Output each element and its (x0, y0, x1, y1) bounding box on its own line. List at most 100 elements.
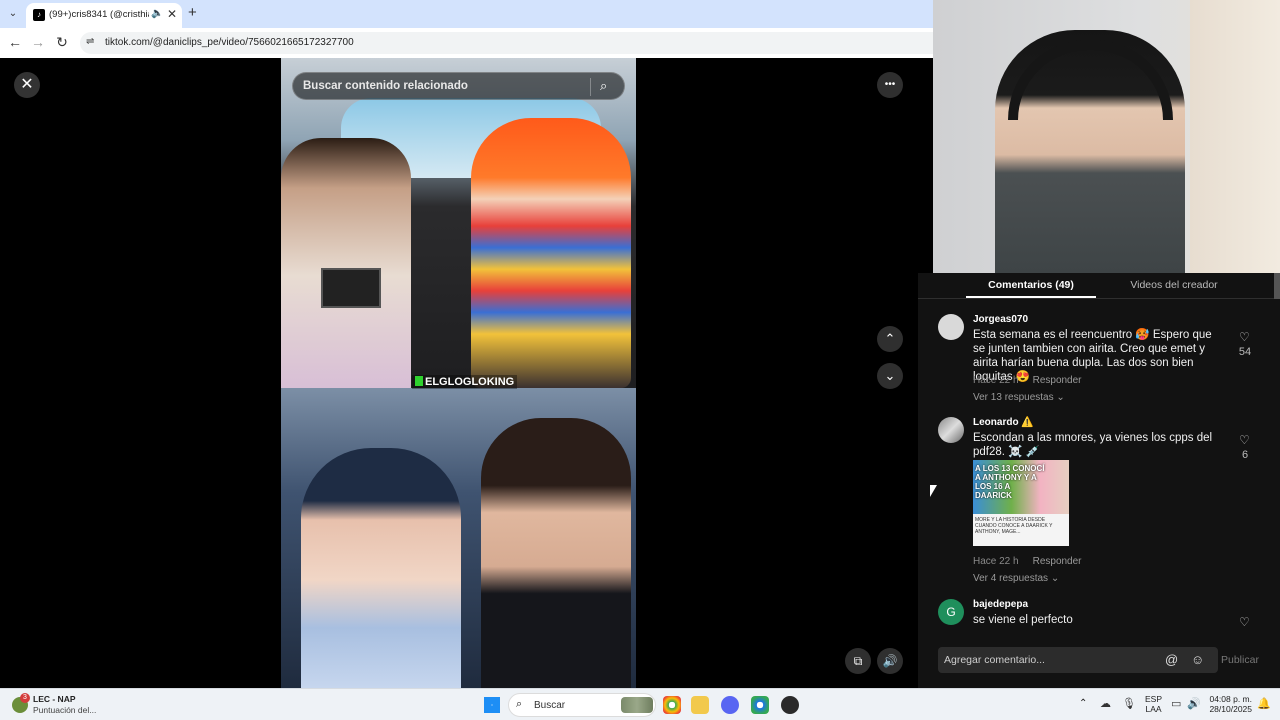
widget-title[interactable]: LEC - NAP (33, 694, 76, 704)
system-clock[interactable]: 04:08 p. m. 28/10/2025 (1206, 694, 1252, 714)
image-overlay-text: A LOS 13 CONOCÍ A ANTHONY Y A LOS 16 A D… (975, 464, 1045, 500)
add-comment-placeholder: Agregar comentario... (944, 654, 1045, 666)
like-count: 54 (1238, 346, 1252, 358)
mention-icon[interactable]: @ (1165, 652, 1178, 667)
webcam-curtain (1190, 0, 1280, 273)
comment-username[interactable]: bajedepepa (973, 599, 1028, 610)
person-cap (301, 448, 461, 688)
obs-icon[interactable] (781, 696, 799, 714)
url-text: tiktok.com/@daniclips_pe/video/756602166… (105, 37, 354, 48)
forward-button[interactable]: → (29, 34, 47, 50)
comment-meta: Hace 22 h Responder (973, 556, 1082, 567)
tab-search-icon[interactable]: ⌄ (4, 5, 22, 23)
heart-icon[interactable]: ♡ (1239, 615, 1250, 629)
tiktok-favicon-icon: ♪ (33, 9, 45, 21)
microphone-icon[interactable]: 🎙 (1122, 697, 1136, 710)
search-icon[interactable]: ⌕ (600, 78, 607, 94)
speaker-icon[interactable]: 🔊 (1187, 697, 1201, 710)
start-button[interactable] (484, 697, 500, 713)
watermark-text: ELGLOGLOKING (425, 376, 515, 388)
reply-button[interactable]: Responder (1033, 556, 1082, 567)
avatar[interactable] (938, 417, 964, 443)
clock-date: 28/10/2025 (1209, 704, 1252, 714)
comment-username[interactable]: Leonardo ⚠️ (973, 417, 1034, 428)
keyboard-layout: LAA (1145, 704, 1162, 714)
comment-time: Hace 22 h (973, 375, 1019, 386)
tab-creator-videos[interactable]: Videos del creador (1114, 279, 1234, 291)
chrome-profile-icon[interactable] (751, 696, 769, 714)
more-options-button[interactable]: ••• (877, 72, 903, 98)
address-bar: ← → ↻ ⇌ tiktok.com/@daniclips_pe/video/7… (0, 28, 933, 58)
related-search-input[interactable]: Buscar contenido relacionado ⌕ (292, 72, 625, 100)
url-field[interactable]: ⇌ tiktok.com/@daniclips_pe/video/7566021… (80, 32, 933, 54)
taskbar-search-label: Buscar (534, 700, 566, 711)
tab-title: (99+)cris8341 (@cristhian8 (49, 9, 149, 20)
heart-icon[interactable]: ♡ (1239, 433, 1250, 447)
view-replies-button[interactable]: Ver 13 respuestas ⌄ (973, 392, 1065, 403)
notification-icon[interactable]: 🔔 (1257, 697, 1271, 710)
watermark-logo (415, 376, 423, 386)
image-caption: MORE Y LA HISTORIA DESDE CUANDO CONOCE A… (975, 517, 1053, 535)
reload-button[interactable]: ↻ (53, 34, 71, 51)
network-icon[interactable]: ▭ (1171, 697, 1181, 710)
heart-icon[interactable]: ♡ (1239, 330, 1250, 344)
reply-button[interactable]: Responder (1033, 375, 1082, 386)
tray-expand-icon[interactable]: ⌃ (1079, 698, 1087, 709)
view-replies-button[interactable]: Ver 4 respuestas ⌄ (973, 573, 1059, 584)
comment-meta: Hace 22 h Responder (973, 375, 1082, 386)
site-info-icon[interactable]: ⇌ (86, 36, 94, 47)
avatar[interactable] (938, 314, 964, 340)
next-video-button[interactable]: ⌄ (877, 363, 903, 389)
chrome-icon[interactable] (663, 696, 681, 714)
clock-time: 04:08 p. m. (1209, 694, 1252, 704)
video-frame-bottom (281, 388, 636, 688)
like-count: 6 (1241, 449, 1249, 461)
comment-item: Jorgeas070 Esta semana es el reencuentro… (938, 314, 1268, 409)
comment-item: G bajedepepa se viene el perfecto ♡ (938, 599, 1268, 629)
phone-on-stick (321, 268, 381, 308)
comments-panel: Comentarios (49) Videos del creador Jorg… (918, 273, 1280, 688)
view-replies-label: Ver 4 respuestas (973, 573, 1049, 584)
comment-time: Hace 22 h (973, 556, 1019, 567)
tab-active-underline (966, 296, 1096, 298)
volume-icon[interactable]: 🔊 (877, 648, 903, 674)
language-code: ESP (1145, 694, 1163, 704)
comment-attached-image[interactable]: A LOS 13 CONOCÍ A ANTHONY Y A LOS 16 A D… (973, 460, 1069, 546)
close-video-button[interactable]: ✕ (14, 72, 40, 98)
tab-comments[interactable]: Comentarios (49) (966, 279, 1096, 291)
onedrive-icon[interactable]: ☁ (1100, 697, 1111, 710)
previous-video-button[interactable]: ⌃ (877, 326, 903, 352)
search-highlight-image (621, 697, 653, 713)
add-comment-input[interactable]: Agregar comentario... @ ☺ (938, 647, 1218, 673)
language-indicator[interactable]: ESP LAA (1145, 694, 1162, 714)
panel-scrollbar[interactable] (1274, 273, 1280, 299)
browser-tab[interactable]: ♪ (99+)cris8341 (@cristhian8 🔈 ✕ (26, 3, 182, 28)
taskbar-search[interactable]: ⌕ Buscar (508, 693, 656, 717)
webcam-overlay (933, 0, 1280, 273)
widget-badge: 3 (20, 693, 30, 703)
comment-username[interactable]: Jorgeas070 (973, 314, 1028, 325)
emoji-icon[interactable]: ☺ (1191, 652, 1204, 667)
related-search-placeholder: Buscar contenido relacionado (303, 80, 468, 92)
discord-icon[interactable] (721, 696, 739, 714)
publish-button[interactable]: Publicar (1221, 654, 1259, 666)
tab-audio-icon[interactable]: 🔈 (151, 8, 163, 19)
video-watermark: ELGLOGLOKING (412, 375, 518, 389)
back-button[interactable]: ← (6, 34, 24, 50)
search-divider (590, 78, 591, 96)
person-glasses (481, 418, 631, 688)
tab-close-icon[interactable]: ✕ (167, 7, 177, 21)
file-explorer-icon[interactable] (691, 696, 709, 714)
widget-subtitle[interactable]: Puntuación del... (33, 705, 96, 715)
video-frame-top (281, 58, 636, 388)
comment-text: se viene el perfecto (973, 614, 1073, 626)
taskbar: 3 LEC - NAP Puntuación del... ⌕ Buscar ⌃… (0, 688, 1280, 720)
avatar[interactable]: G (938, 599, 964, 625)
browser-tab-bar: ⌄ ♪ (99+)cris8341 (@cristhian8 🔈 ✕ + (0, 0, 933, 28)
new-tab-button[interactable]: + (188, 4, 197, 21)
pip-icon[interactable]: ⧉ (845, 648, 871, 674)
video-player[interactable]: ELGLOGLOKING (281, 58, 636, 688)
search-icon: ⌕ (516, 698, 523, 710)
comment-text: Escondan a las mnores, ya vienes los cpp… (973, 432, 1213, 458)
person-right (471, 118, 631, 388)
